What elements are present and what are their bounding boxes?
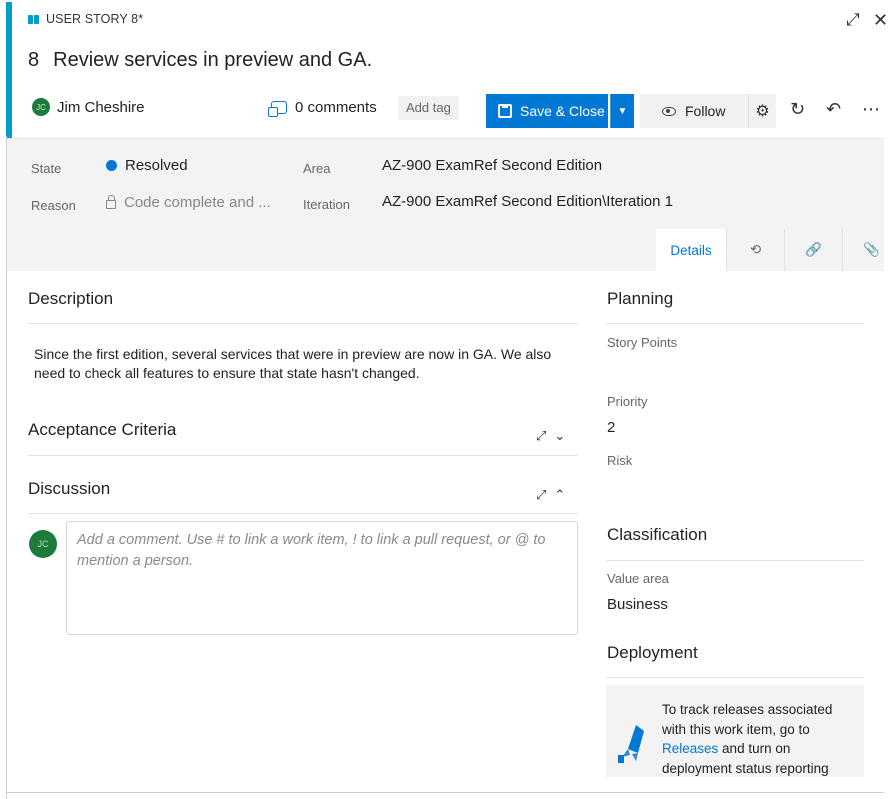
state-value: Resolved — [125, 157, 188, 174]
chevron-up-icon[interactable]: ⌃ — [554, 487, 565, 503]
description-divider — [28, 323, 578, 324]
work-item-title[interactable]: Review services in preview and GA. — [53, 49, 372, 72]
work-item-type-label: USER STORY 8* — [28, 12, 143, 26]
lock-icon — [106, 195, 116, 209]
discussion-divider — [28, 513, 578, 514]
gear-icon[interactable]: ⚙ — [748, 94, 776, 128]
iteration-value: AZ-900 ExamRef Second Edition\Iteration … — [382, 193, 673, 210]
work-item-type-text: USER STORY 8* — [46, 12, 144, 26]
attachment-icon[interactable]: 📎 — [842, 229, 888, 271]
chevron-down-icon[interactable]: ⌄ — [554, 428, 565, 444]
acceptance-criteria-heading: Acceptance Criteria — [28, 420, 177, 439]
link-icon[interactable]: 🔗 — [784, 229, 842, 271]
caret-down-icon: ▼ — [617, 105, 628, 117]
save-and-close-button[interactable]: Save & Close — [486, 94, 608, 128]
follow-button[interactable]: Follow — [640, 94, 748, 128]
form-bottom-border — [6, 792, 884, 793]
story-points-field[interactable] — [607, 355, 857, 377]
deployment-text-before: To track releases associated with this w… — [662, 702, 833, 737]
story-points-label: Story Points — [607, 335, 678, 350]
avatar: JC — [32, 98, 50, 116]
priority-value[interactable]: 2 — [607, 419, 615, 436]
value-area-label: Value area — [607, 571, 669, 586]
area-label: Area — [303, 161, 331, 176]
work-item-form: USER STORY 8* ⤢ ✕ 8 Review services in p… — [0, 0, 888, 799]
eye-icon — [662, 106, 676, 116]
close-icon[interactable]: ✕ — [873, 10, 888, 31]
maximize-icon[interactable]: ⤢ — [536, 428, 546, 444]
comment-icon — [268, 101, 287, 117]
tab-details[interactable]: Details — [656, 229, 726, 271]
work-item-id: 8 — [28, 49, 40, 71]
reason-field[interactable]: Code complete and ... — [106, 194, 271, 211]
description-text[interactable]: Since the first edition, several service… — [34, 345, 574, 383]
assigned-to-field[interactable]: JC Jim Cheshire — [32, 98, 145, 116]
area-field[interactable]: AZ-900 ExamRef Second Edition — [382, 157, 602, 174]
maximize-icon[interactable]: ⤢ — [536, 487, 546, 503]
reason-label: Reason — [31, 198, 76, 213]
user-story-icon — [28, 14, 40, 25]
deployment-info-text: To track releases associated with this w… — [662, 700, 852, 777]
acceptance-criteria-divider — [28, 455, 578, 456]
discussion-tools: ⤢ ⌃ — [536, 487, 565, 503]
refresh-icon[interactable]: ↻ — [790, 99, 805, 120]
more-icon[interactable]: ⋯ — [862, 99, 880, 120]
planning-divider — [606, 323, 864, 324]
classification-divider — [606, 560, 864, 561]
undo-icon[interactable]: ↶ — [826, 99, 841, 120]
follow-label: Follow — [685, 103, 726, 119]
acceptance-criteria-tools: ⤢ ⌄ — [536, 428, 565, 444]
comment-input[interactable]: Add a comment. Use # to link a work item… — [66, 521, 578, 635]
deployment-info-card: To track releases associated with this w… — [606, 685, 864, 777]
risk-label: Risk — [607, 453, 633, 468]
history-icon[interactable]: ⟲ — [726, 229, 784, 271]
state-field[interactable]: Resolved — [106, 157, 188, 174]
reason-value: Code complete and ... — [124, 194, 271, 211]
avatar: JC — [29, 530, 57, 558]
discussion-heading: Discussion — [28, 479, 111, 498]
area-value: AZ-900 ExamRef Second Edition — [382, 157, 603, 174]
state-label: State — [31, 161, 62, 176]
iteration-label: Iteration — [303, 197, 350, 212]
assignee-name: Jim Cheshire — [57, 98, 145, 116]
planning-heading: Planning — [607, 289, 674, 308]
add-tag-button[interactable]: Add tag — [398, 96, 459, 120]
releases-link[interactable]: Releases — [662, 741, 718, 756]
priority-label: Priority — [607, 394, 648, 409]
comments-link[interactable]: 0 comments — [268, 99, 377, 117]
work-item-title-row: 8 Review services in preview and GA. — [28, 49, 372, 72]
risk-field[interactable] — [607, 473, 857, 495]
iteration-field[interactable]: AZ-900 ExamRef Second Edition\Iteration … — [382, 193, 673, 210]
state-indicator-dot — [106, 160, 117, 171]
value-area-value[interactable]: Business — [607, 596, 668, 613]
description-heading: Description — [28, 289, 114, 308]
deployment-heading: Deployment — [607, 643, 698, 662]
save-icon — [498, 104, 512, 118]
save-and-close-label: Save & Close — [520, 103, 605, 119]
work-item-type-accent-bar — [6, 2, 12, 138]
form-tabs: Details ⟲ 🔗 📎 — [656, 229, 888, 271]
rocket-icon — [618, 725, 644, 763]
deployment-divider — [606, 677, 864, 678]
expand-icon[interactable]: ⤢ — [846, 10, 860, 30]
comments-count: 0 comments — [295, 99, 377, 116]
classification-heading: Classification — [607, 525, 708, 544]
save-options-dropdown[interactable]: ▼ — [610, 94, 634, 128]
